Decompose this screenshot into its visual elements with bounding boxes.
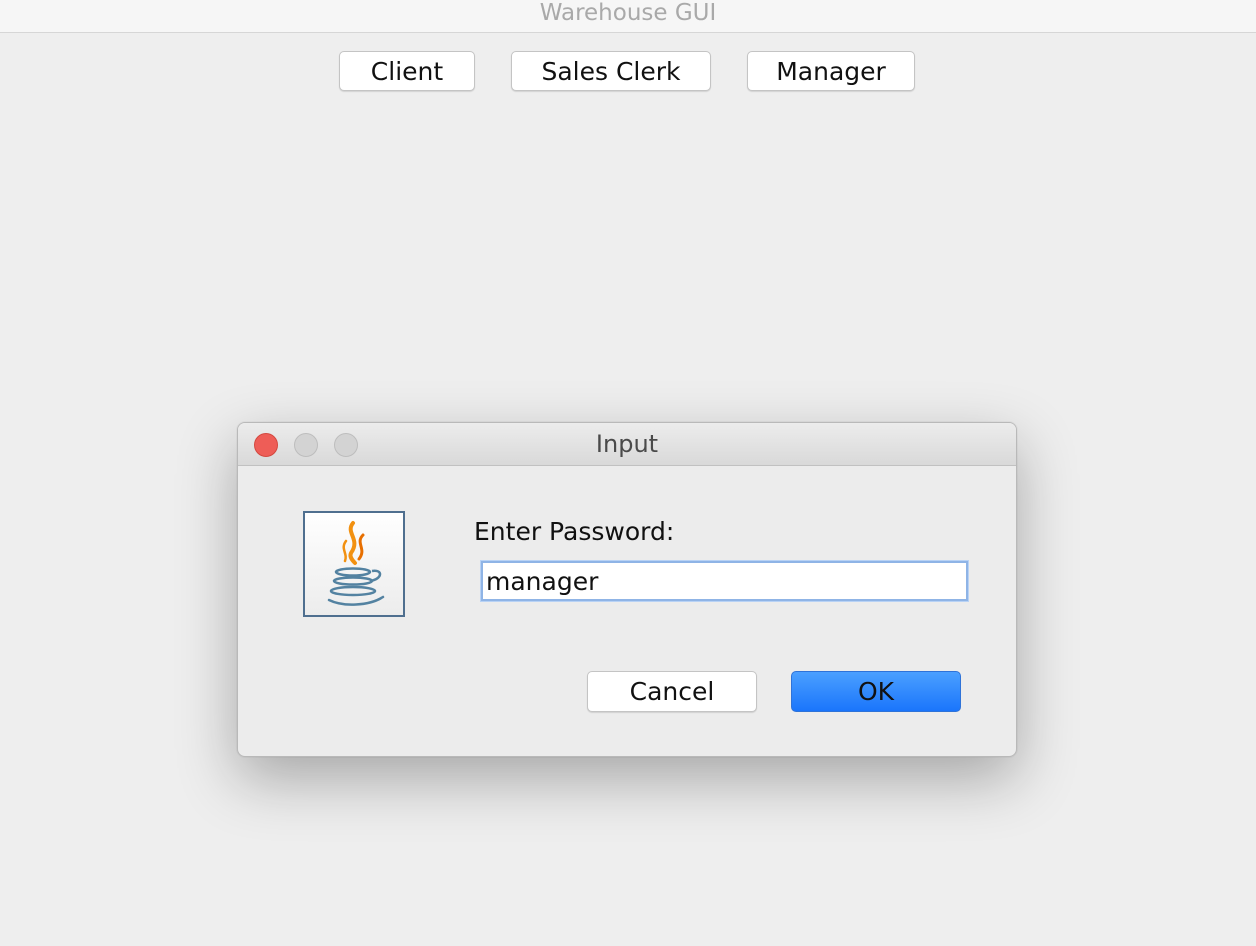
main-title-bar[interactable]: Warehouse GUI	[0, 0, 1256, 33]
dialog-title-bar[interactable]: Input	[238, 423, 1016, 466]
window-title: Warehouse GUI	[539, 0, 717, 26]
cancel-button[interactable]: Cancel	[587, 671, 757, 712]
input-dialog: Input Enter Password: manager Cancel OK	[237, 422, 1017, 757]
password-prompt-label: Enter Password:	[474, 517, 675, 546]
sales-clerk-button[interactable]: Sales Clerk	[511, 51, 711, 91]
password-input[interactable]	[481, 561, 968, 601]
manager-button[interactable]: Manager	[747, 51, 915, 91]
java-logo-icon	[303, 511, 405, 617]
ok-button[interactable]: OK	[791, 671, 961, 712]
dialog-title: Input	[595, 430, 659, 458]
client-button[interactable]: Client	[339, 51, 475, 91]
main-window: Warehouse GUI Client Sales Clerk Manager…	[0, 0, 1256, 946]
